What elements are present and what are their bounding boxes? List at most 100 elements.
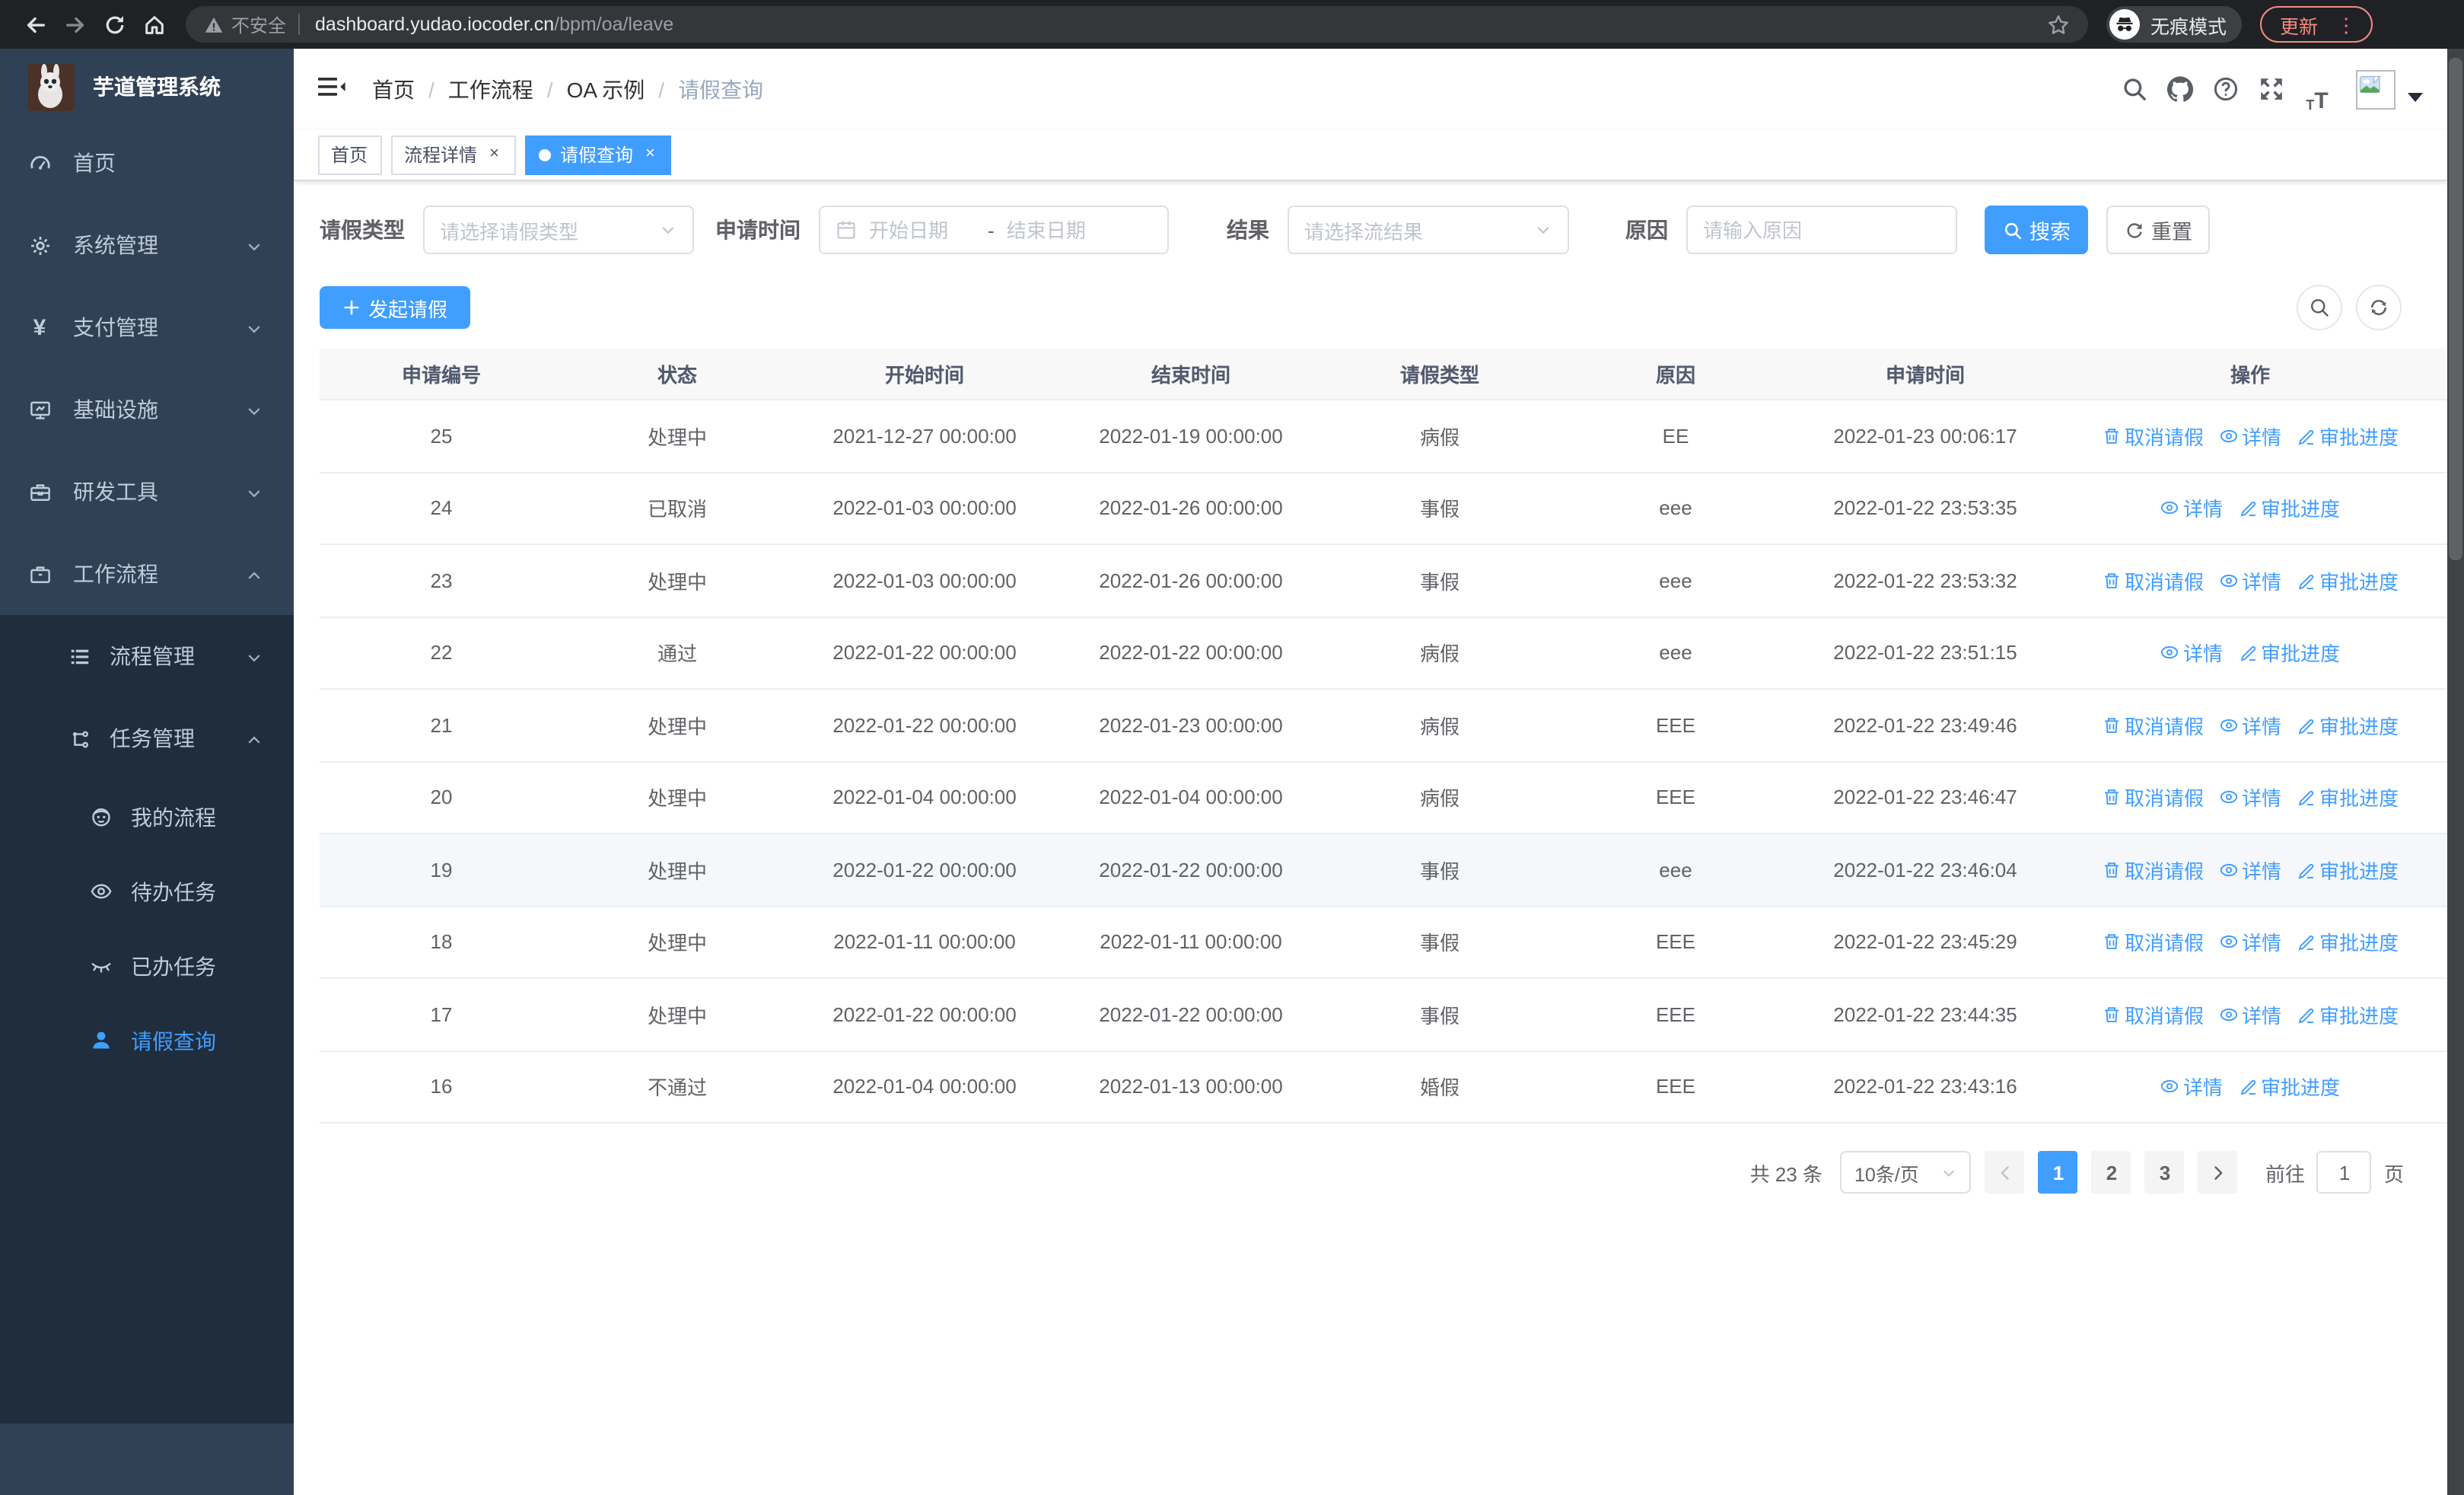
- progress-link[interactable]: 审批进度: [2297, 856, 2399, 885]
- help-icon[interactable]: [2203, 66, 2249, 112]
- page-size-select[interactable]: 10条/页: [1840, 1151, 1972, 1194]
- fullscreen-icon[interactable]: [2249, 66, 2294, 112]
- action-label: 取消请假: [2124, 426, 2204, 449]
- breadcrumb-item[interactable]: 工作流程: [448, 74, 533, 104]
- sidebar-item-9[interactable]: 待办任务: [0, 854, 293, 929]
- cancel-leave-link[interactable]: 取消请假: [2102, 566, 2204, 595]
- collapse-menu-icon[interactable]: [317, 74, 348, 104]
- start-date-input[interactable]: [869, 218, 976, 241]
- detail-link[interactable]: 详情: [2219, 711, 2281, 740]
- browser-menu-icon[interactable]: ⋮: [2330, 14, 2362, 34]
- detail-link[interactable]: 详情: [2219, 422, 2281, 451]
- tab-0[interactable]: 首页: [317, 135, 382, 174]
- scrollbar-thumb[interactable]: [2449, 58, 2462, 560]
- sidebar-item-6[interactable]: 流程管理: [0, 615, 293, 697]
- github-icon[interactable]: [2157, 66, 2203, 112]
- browser-scrollbar[interactable]: [2446, 49, 2464, 1495]
- table-row: 20 处理中 2022-01-04 00:00:00 2022-01-04 00:00…: [320, 762, 2446, 834]
- sidebar-item-1[interactable]: 系统管理: [0, 204, 293, 286]
- home-icon[interactable]: [134, 5, 173, 44]
- tab-2[interactable]: 请假查询 ×: [524, 135, 672, 174]
- cancel-leave-link[interactable]: 取消请假: [2102, 422, 2204, 451]
- tab-1[interactable]: 流程详情 ×: [390, 135, 516, 174]
- edit-icon: [2297, 932, 2319, 952]
- detail-link[interactable]: 详情: [2160, 1073, 2223, 1101]
- close-icon[interactable]: ×: [486, 145, 502, 164]
- reset-button[interactable]: 重置: [2106, 206, 2210, 254]
- font-size-icon[interactable]: TT: [2294, 66, 2340, 112]
- sidebar-item-5[interactable]: 工作流程: [0, 533, 293, 615]
- sidebar-item-2[interactable]: ¥ 支付管理: [0, 286, 293, 368]
- bookmark-star-icon[interactable]: [2047, 13, 2070, 36]
- security-label[interactable]: 不安全: [231, 11, 286, 37]
- cell-reason: eee: [1659, 641, 1692, 665]
- sidebar-item-7[interactable]: 任务管理: [0, 697, 293, 779]
- cancel-leave-link[interactable]: 取消请假: [2102, 856, 2204, 885]
- page-button-1[interactable]: 1: [2038, 1151, 2078, 1194]
- sidebar-item-8[interactable]: 我的流程: [0, 779, 293, 854]
- close-icon[interactable]: ×: [642, 145, 658, 164]
- sidebar-item-11[interactable]: 请假查询: [0, 1003, 293, 1078]
- page-button-2[interactable]: 2: [2091, 1151, 2131, 1194]
- search-button[interactable]: 搜索: [1985, 206, 2088, 254]
- detail-link[interactable]: 详情: [2160, 639, 2223, 668]
- detail-link[interactable]: 详情: [2219, 1000, 2281, 1029]
- cell-status: 处理中: [647, 715, 707, 738]
- detail-link[interactable]: 详情: [2219, 856, 2281, 885]
- table-tools: [2282, 285, 2401, 330]
- progress-link[interactable]: 审批进度: [2297, 1000, 2399, 1029]
- cell-type: 病假: [1419, 642, 1460, 666]
- cell-id: 25: [430, 424, 453, 448]
- cell-type: 婚假: [1419, 1076, 1460, 1100]
- goto-page-input[interactable]: [2316, 1151, 2372, 1194]
- refresh-icon[interactable]: [2355, 285, 2401, 330]
- reason-label: 原因: [1625, 218, 1668, 242]
- cancel-leave-link[interactable]: 取消请假: [2102, 928, 2204, 957]
- prev-page-icon[interactable]: [1985, 1151, 2025, 1194]
- content: 请假类型 请选择请假类型 申请时间 - 结果: [293, 181, 2446, 1194]
- progress-link[interactable]: 审批进度: [2238, 494, 2340, 523]
- cancel-leave-link[interactable]: 取消请假: [2102, 783, 2204, 812]
- next-page-icon[interactable]: [2198, 1151, 2238, 1194]
- date-range-picker[interactable]: -: [819, 206, 1169, 254]
- cell-end: 2022-01-19 00:00:00: [1099, 424, 1283, 448]
- reason-input[interactable]: [1703, 218, 1940, 241]
- url-bar[interactable]: 不安全 dashboard.yudao.iocoder.cn /bpm/oa/l…: [186, 6, 2088, 43]
- breadcrumb-item[interactable]: 首页: [372, 74, 415, 104]
- avatar[interactable]: [2355, 69, 2395, 109]
- end-date-input[interactable]: [1006, 218, 1113, 241]
- search-icon[interactable]: [2112, 66, 2157, 112]
- detail-link[interactable]: 详情: [2219, 928, 2281, 957]
- forward-icon[interactable]: [55, 5, 94, 44]
- detail-link[interactable]: 详情: [2219, 566, 2281, 595]
- result-select[interactable]: 请选择流结果: [1288, 206, 1569, 254]
- cancel-leave-link[interactable]: 取消请假: [2102, 1000, 2204, 1029]
- page-button-3[interactable]: 3: [2144, 1151, 2185, 1194]
- create-leave-button[interactable]: 发起请假: [320, 286, 471, 329]
- detail-link[interactable]: 详情: [2219, 783, 2281, 812]
- progress-link[interactable]: 审批进度: [2238, 639, 2340, 668]
- table-row: 17 处理中 2022-01-22 00:00:00 2022-01-22 00:00…: [320, 979, 2446, 1051]
- sidebar-item-4[interactable]: 研发工具: [0, 451, 293, 533]
- sidebar-item-0[interactable]: 首页: [0, 122, 293, 204]
- sidebar-item-3[interactable]: 基础设施: [0, 368, 293, 451]
- progress-link[interactable]: 审批进度: [2297, 928, 2399, 957]
- progress-link[interactable]: 审批进度: [2297, 566, 2399, 595]
- progress-link[interactable]: 审批进度: [2238, 1073, 2340, 1101]
- leave-type-select[interactable]: 请选择请假类型: [423, 206, 694, 254]
- cell-id: 20: [430, 786, 453, 809]
- app-logo[interactable]: 芋道管理系统: [0, 49, 293, 125]
- table-header-row: 申请编号 状态 开始时间 结束时间 请假类型 原因 申请时间 操作: [320, 349, 2446, 400]
- breadcrumb-item[interactable]: OA 示例: [567, 74, 645, 104]
- progress-link[interactable]: 审批进度: [2297, 783, 2399, 812]
- detail-link[interactable]: 详情: [2160, 494, 2223, 523]
- sidebar-item-10[interactable]: 已办任务: [0, 929, 293, 1003]
- search-toggle-icon[interactable]: [2296, 285, 2341, 330]
- update-button[interactable]: 更新 ⋮: [2260, 6, 2373, 43]
- reload-icon[interactable]: [94, 5, 134, 44]
- cancel-leave-link[interactable]: 取消请假: [2102, 711, 2204, 740]
- back-icon[interactable]: [15, 5, 55, 44]
- chevron-down-icon[interactable]: [2407, 92, 2422, 101]
- progress-link[interactable]: 审批进度: [2297, 711, 2399, 740]
- progress-link[interactable]: 审批进度: [2297, 422, 2399, 451]
